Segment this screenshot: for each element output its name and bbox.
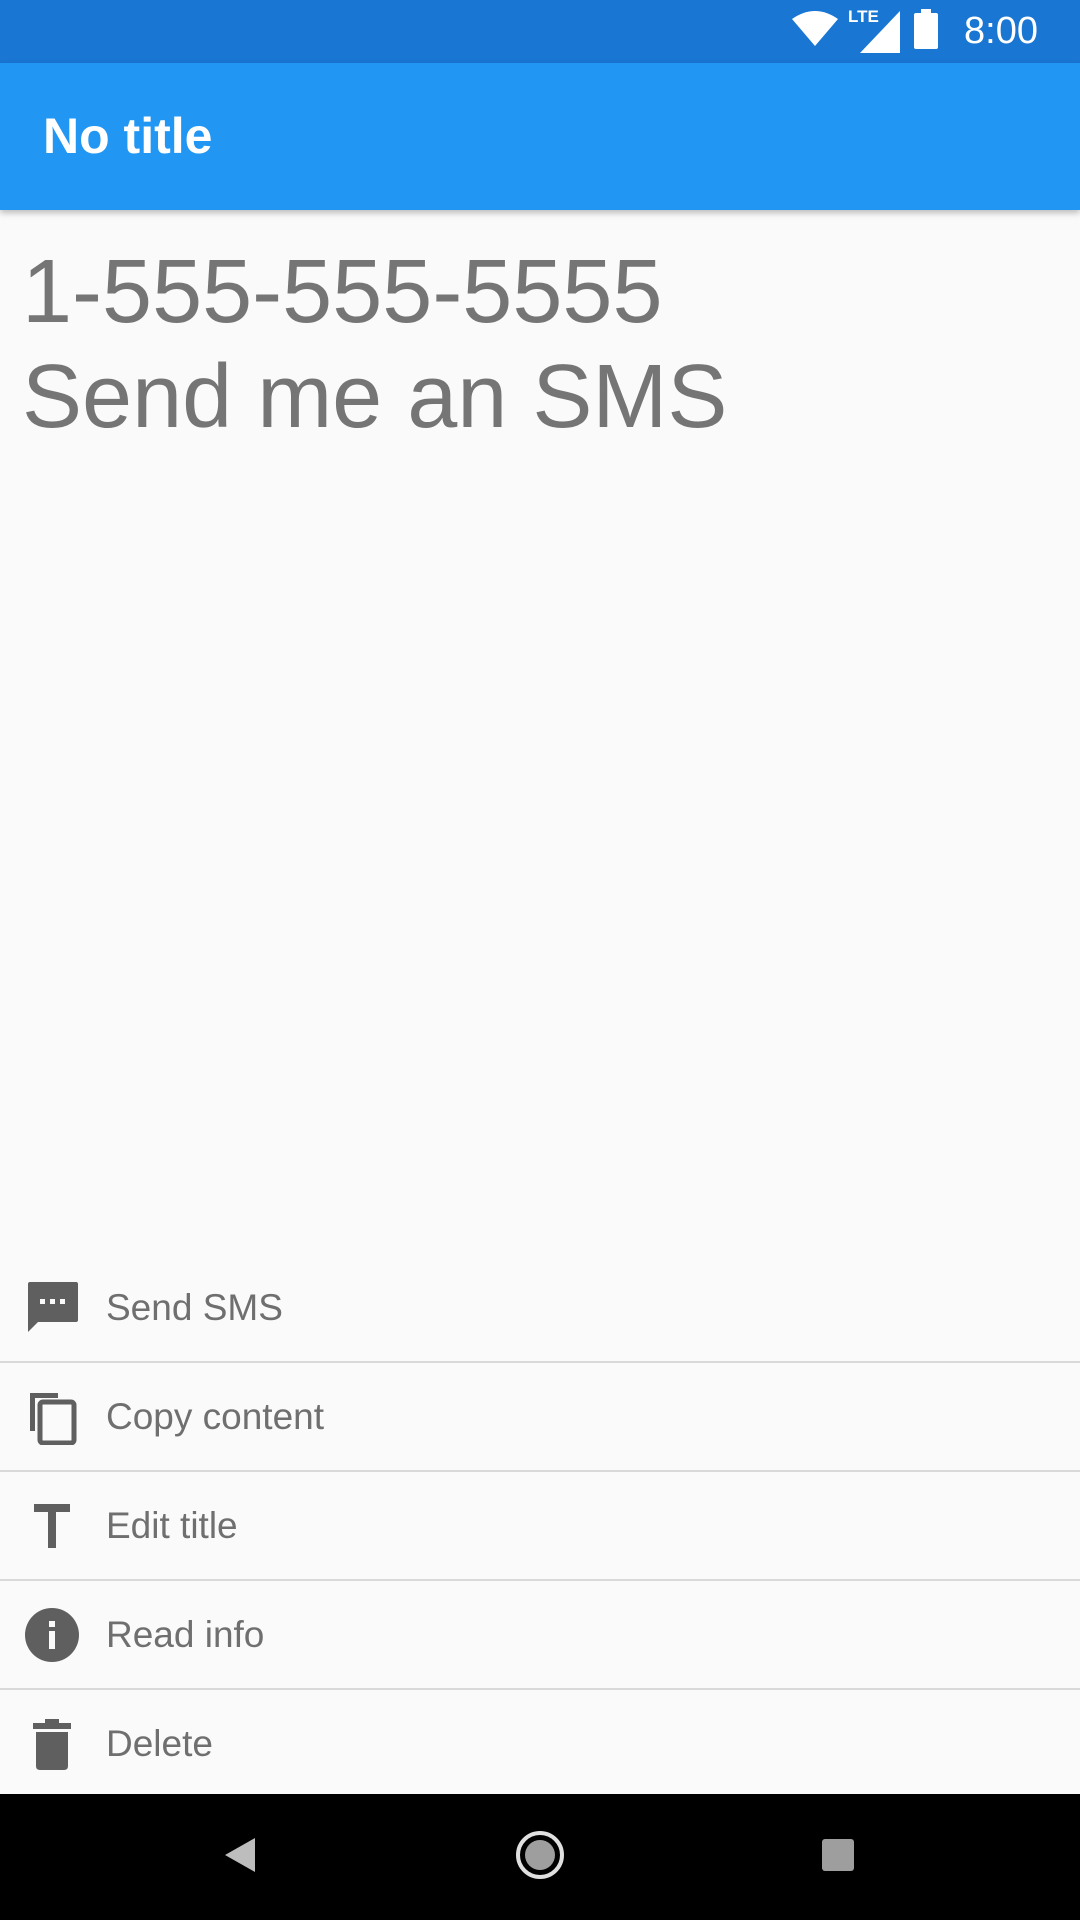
sms-icon xyxy=(24,1280,80,1336)
copy-content-label: Copy content xyxy=(106,1395,325,1437)
home-button[interactable] xyxy=(480,1794,600,1920)
network-type-label: LTE xyxy=(848,6,879,26)
send-sms-label: Send SMS xyxy=(106,1286,283,1328)
status-time: 8:00 xyxy=(964,10,1038,52)
navigation-bar xyxy=(0,1794,1080,1920)
trash-icon xyxy=(24,1716,80,1772)
app-bar: No title xyxy=(0,63,1080,210)
copy-content-action[interactable]: Copy content xyxy=(0,1363,1080,1472)
text-format-icon xyxy=(24,1498,80,1554)
read-info-action[interactable]: Read info xyxy=(0,1581,1080,1690)
page-title: No title xyxy=(43,108,213,164)
edit-title-label: Edit title xyxy=(106,1504,238,1546)
send-sms-action[interactable]: Send SMS xyxy=(0,1254,1080,1363)
back-icon xyxy=(223,1836,257,1879)
status-bar: LTE 8:00 xyxy=(0,0,1080,63)
home-icon xyxy=(515,1830,565,1885)
copy-icon xyxy=(24,1389,80,1445)
back-button[interactable] xyxy=(180,1794,300,1920)
status-icons: LTE 8:00 xyxy=(792,0,1038,63)
delete-action[interactable]: Delete xyxy=(0,1690,1080,1799)
recents-icon xyxy=(821,1838,855,1877)
recents-button[interactable] xyxy=(778,1794,898,1920)
edit-title-action[interactable]: Edit title xyxy=(0,1472,1080,1581)
action-list: Send SMS Copy content Edit title Read in… xyxy=(0,1254,1080,1799)
sms-content: 1-555-555-5555 Send me an SMS xyxy=(22,240,1058,450)
battery-icon xyxy=(914,9,939,54)
sms-message: Send me an SMS xyxy=(22,347,728,447)
cell-signal-icon: LTE xyxy=(848,7,901,53)
read-info-label: Read info xyxy=(106,1613,265,1655)
wifi-icon xyxy=(792,11,839,52)
phone-number: 1-555-555-5555 xyxy=(22,242,663,342)
delete-label: Delete xyxy=(106,1722,213,1764)
info-icon xyxy=(24,1607,80,1663)
